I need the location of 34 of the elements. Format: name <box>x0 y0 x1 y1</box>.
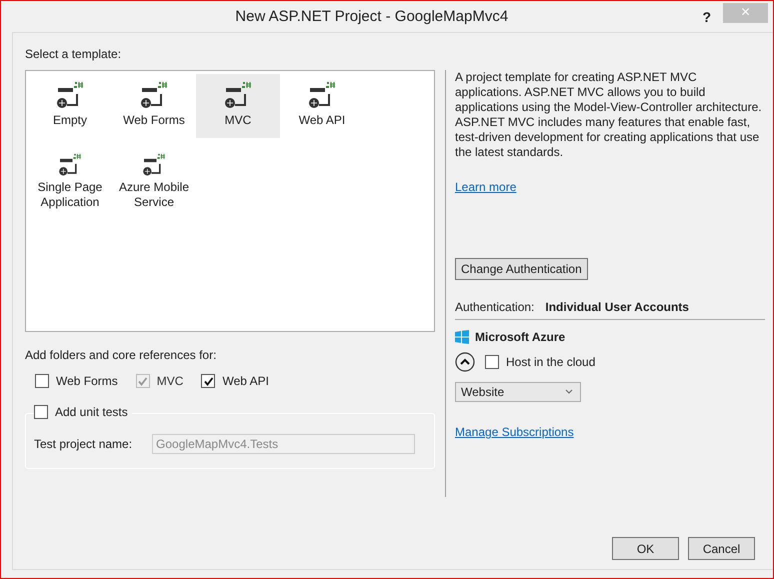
help-button[interactable]: ? <box>702 8 711 24</box>
windows-logo-icon <box>455 330 469 344</box>
section-label: Select a template: <box>25 47 122 61</box>
hosting-dropdown[interactable]: Website <box>455 382 581 402</box>
collapse-icon[interactable] <box>455 352 475 372</box>
checkmark-icon <box>137 376 148 386</box>
project-icon <box>55 81 85 111</box>
caret-icon <box>565 389 573 395</box>
change-authentication-button[interactable]: Change Authentication <box>455 258 588 280</box>
project-icon <box>139 81 169 111</box>
dialog-button[interactable]: OK <box>612 537 679 560</box>
azure-heading: Microsoft Azure <box>475 330 566 344</box>
checkbox[interactable]: Web Forms <box>35 374 118 388</box>
project-icon <box>307 81 337 111</box>
template-item[interactable]: Single Page Application <box>28 146 112 210</box>
checkbox[interactable]: Add unit tests <box>34 405 132 419</box>
checkbox[interactable]: Web API <box>201 374 269 388</box>
project-icon <box>223 81 253 111</box>
learn-more-link[interactable]: Learn more <box>455 180 516 194</box>
template-item[interactable]: Empty <box>28 74 112 138</box>
template-item[interactable]: Web API <box>280 74 364 138</box>
checkmark-icon <box>202 376 214 386</box>
template-description: A project template for creating ASP.NET MVC applications. ASP.NET MVC allows you to build applications using the Model-View-Controller architecture. ASP.NET MVC includes many features that enable fast, test-driven development for creating applications that use the latest standards. <box>455 70 763 160</box>
template-item[interactable]: MVC <box>196 74 280 138</box>
checkbox[interactable]: Host in the cloud <box>485 355 596 369</box>
manage-subscriptions-link[interactable]: Manage Subscriptions <box>455 425 574 439</box>
template-item[interactable]: Web Forms <box>112 74 196 138</box>
field-label: Test project name: <box>34 437 132 451</box>
field-label: Authentication: <box>455 300 534 314</box>
section-label: Add folders and core references for: <box>25 348 218 362</box>
dialog-button[interactable]: Cancel <box>688 537 755 560</box>
authentication-value: Individual User Accounts <box>545 300 689 314</box>
window-title: New ASP.NET Project - GoogleMapMvc4 <box>234 8 510 25</box>
template-item[interactable]: Azure Mobile Service <box>112 146 196 210</box>
